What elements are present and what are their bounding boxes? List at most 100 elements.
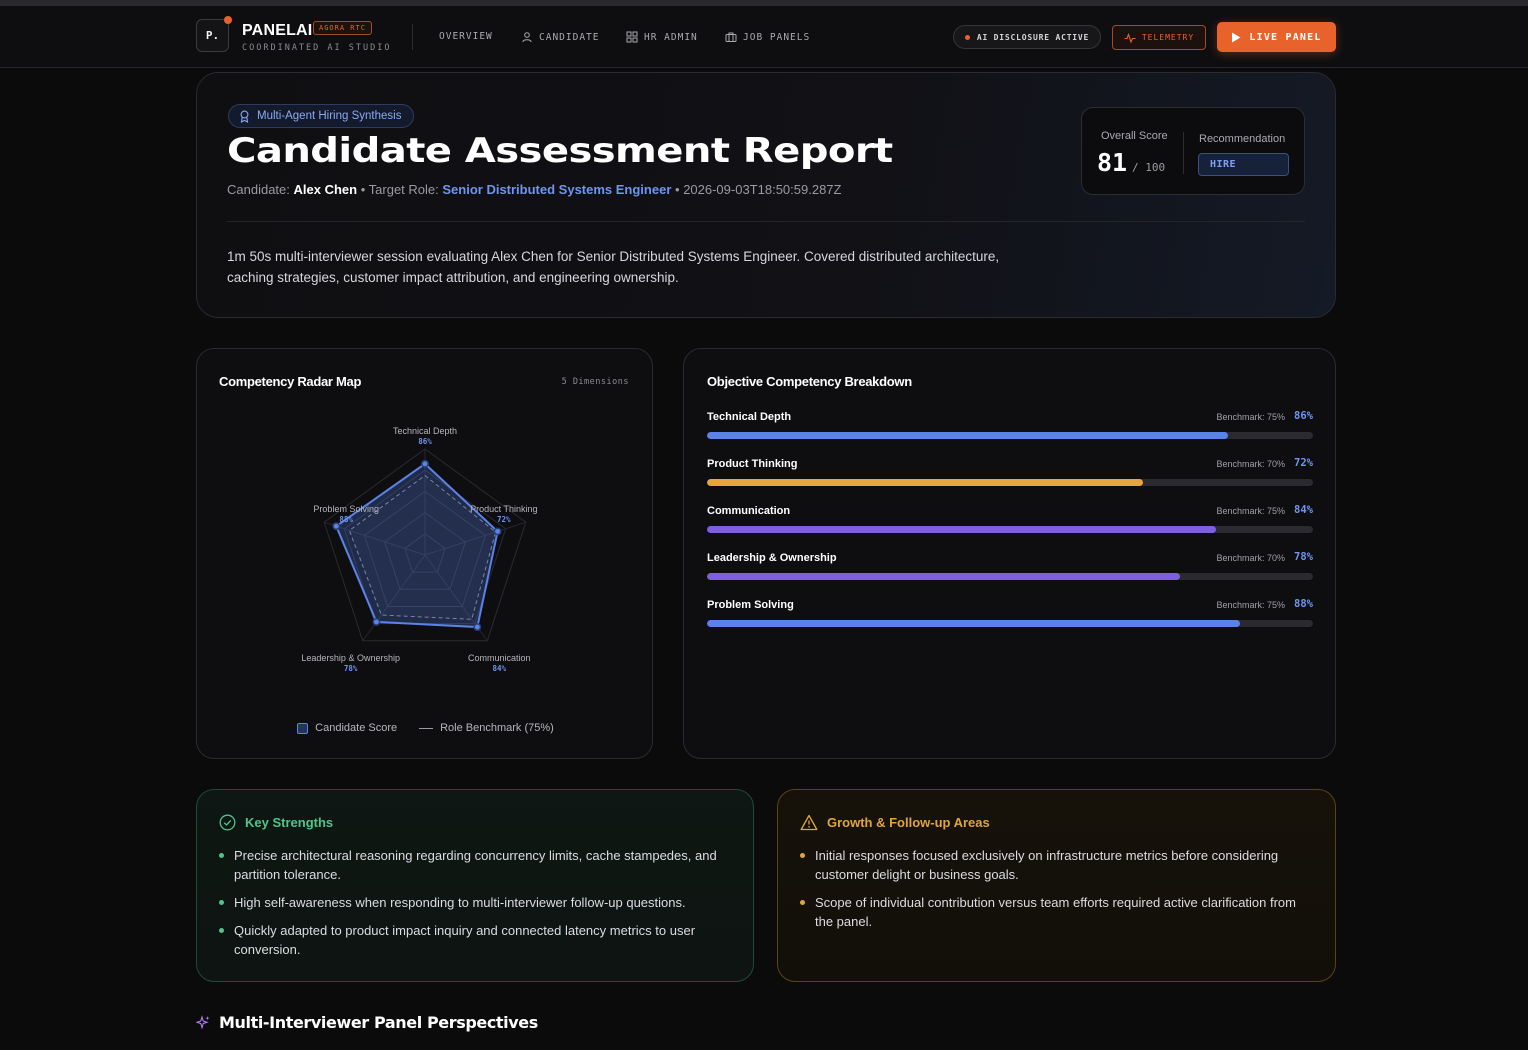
radar-value-label: 84% — [493, 664, 507, 673]
competency-name: Communication — [707, 505, 791, 517]
radar-value-label: 88% — [339, 515, 353, 524]
radar-axis-label: Problem Solving — [313, 504, 379, 514]
growth-title: Growth & Follow-up Areas — [827, 815, 990, 830]
radar-point — [421, 459, 429, 468]
nav-overview-label: OVERVIEW — [439, 31, 493, 42]
play-icon — [1232, 32, 1241, 42]
radar-point — [493, 527, 502, 536]
competency-score: 78% — [1294, 551, 1313, 563]
briefcase-icon — [725, 32, 737, 42]
radar-axis-label: Product Thinking — [470, 504, 537, 514]
user-icon — [522, 32, 532, 43]
report-meta: Candidate: Alex Chen • Target Role: Seni… — [227, 182, 841, 197]
radar-card: Competency Radar Map 5 Dimensions Techni… — [196, 348, 653, 759]
app-logo[interactable]: P. — [196, 16, 232, 52]
overall-score-max: / 100 — [1132, 161, 1166, 174]
competency-row: Problem Solving Benchmark: 75% 88% — [707, 594, 1313, 634]
competency-row: Leadership & Ownership Benchmark: 70% 78% — [707, 547, 1313, 587]
warning-icon — [800, 814, 818, 831]
competency-bar-track — [707, 479, 1313, 486]
competency-breakdown-card: Objective Competency Breakdown Technical… — [683, 348, 1336, 759]
key-strengths-card: Key Strengths Precise architectural reas… — [196, 789, 754, 982]
nav-divider — [412, 24, 413, 50]
ai-disclosure-pill[interactable]: AI DISCLOSURE ACTIVE — [953, 25, 1101, 49]
growth-areas-card: Growth & Follow-up Areas Initial respons… — [777, 789, 1336, 982]
radar-point — [473, 623, 482, 631]
radar-chart: Technical Depth86% Product Thinking72% Com… — [301, 426, 537, 673]
pulse-icon — [1124, 32, 1136, 44]
nav-overview[interactable]: OVERVIEW — [439, 31, 493, 42]
telemetry-button[interactable]: TELEMETRY — [1112, 25, 1206, 50]
live-panel-button[interactable]: LIVE PANEL — [1217, 22, 1336, 52]
nav-job-panels[interactable]: JOB PANELS — [725, 31, 810, 43]
competency-benchmark: Benchmark: 70% — [1216, 553, 1285, 563]
logo-status-dot — [224, 16, 232, 24]
brand-name: PANELAI — [242, 22, 313, 39]
legend-benchmark-label: Role Benchmark (75%) — [440, 722, 554, 734]
competency-score: 84% — [1294, 504, 1313, 516]
score-summary-box: Overall Score 81 / 100 Recommendation HI… — [1081, 107, 1305, 195]
header-divider — [227, 221, 1305, 222]
award-icon — [240, 110, 249, 123]
legend-candidate-label: Candidate Score — [315, 722, 398, 734]
nav-candidate[interactable]: CANDIDATE — [521, 31, 599, 43]
nav-hr-admin[interactable]: HR ADMIN — [626, 31, 698, 43]
competency-benchmark: Benchmark: 75% — [1216, 600, 1285, 610]
competency-name: Product Thinking — [707, 458, 798, 470]
panel-perspectives-title: Multi-Interviewer Panel Perspectives — [219, 1013, 538, 1032]
radar-legend: Candidate Score Role Benchmark (75%) — [197, 722, 654, 734]
competency-bar-fill — [707, 432, 1229, 439]
sparkles-icon — [196, 1015, 210, 1030]
check-circle-icon — [219, 814, 236, 831]
growth-list: Initial responses focused exclusively on… — [800, 846, 1305, 940]
legend-candidate: Candidate Score — [297, 722, 397, 734]
recommendation-label: Recommendation — [1199, 133, 1286, 145]
session-summary: 1m 50s multi-interviewer session evaluat… — [227, 249, 1000, 285]
radar-candidate-polygon — [335, 462, 499, 629]
top-nav-bar: P. PANELAI AGORA RTC COORDINATED AI STUD… — [0, 6, 1528, 68]
competency-benchmark: Benchmark: 70% — [1216, 459, 1285, 469]
competency-bar-fill — [707, 526, 1217, 533]
competency-bar-track — [707, 432, 1313, 439]
growth-item: Scope of individual contribution versus … — [800, 893, 1305, 931]
competency-row: Communication Benchmark: 75% 84% — [707, 500, 1313, 540]
radar-axis-label: Communication — [468, 653, 531, 663]
target-role[interactable]: Senior Distributed Systems Engineer — [442, 182, 671, 197]
page-title: Candidate Assessment Report — [227, 131, 893, 171]
radar-point — [372, 617, 381, 626]
radar-value-label: 78% — [344, 664, 358, 673]
candidate-label: Candidate: — [227, 182, 290, 197]
live-panel-label: LIVE PANEL — [1249, 31, 1322, 43]
grid-icon — [626, 31, 638, 43]
competency-benchmark: Benchmark: 75% — [1216, 506, 1285, 516]
nav-hr-admin-label: HR ADMIN — [644, 31, 698, 43]
radar-value-label: 86% — [418, 437, 432, 446]
competency-name: Problem Solving — [707, 599, 794, 611]
competency-bar-track — [707, 620, 1313, 627]
competency-row: Technical Depth Benchmark: 75% 86% — [707, 406, 1313, 446]
growth-heading: Growth & Follow-up Areas — [800, 814, 990, 831]
nav-candidate-label: CANDIDATE — [539, 31, 600, 43]
nav-job-panels-label: JOB PANELS — [743, 31, 811, 43]
strengths-title: Key Strengths — [245, 815, 334, 830]
meta-separator: • — [360, 182, 369, 197]
legend-candidate-swatch — [297, 722, 309, 734]
overall-score-label: Overall Score — [1101, 130, 1168, 142]
synthesis-tag: Multi-Agent Hiring Synthesis — [228, 104, 415, 128]
competency-bar-track — [707, 526, 1313, 533]
logo-text: P. — [205, 29, 220, 42]
ai-disclosure-label: AI DISCLOSURE ACTIVE — [976, 32, 1090, 42]
brand-subtitle: COORDINATED AI STUDIO — [242, 43, 392, 53]
panel-perspectives-heading: Multi-Interviewer Panel Perspectives — [196, 1013, 538, 1032]
strength-item: High self-awareness when responding to m… — [219, 893, 724, 912]
strengths-heading: Key Strengths — [219, 814, 333, 831]
radar-value-label: 72% — [497, 515, 511, 524]
disclosure-dot — [964, 34, 970, 40]
breakdown-title: Objective Competency Breakdown — [707, 374, 912, 389]
report-header-card: Multi-Agent Hiring Synthesis Candidate A… — [196, 72, 1336, 318]
competency-score: 86% — [1294, 410, 1313, 422]
candidate-name: Alex Chen — [293, 182, 358, 197]
competency-bar-fill — [707, 479, 1144, 486]
radar-axis-label: Leadership & Ownership — [301, 653, 400, 663]
growth-item: Initial responses focused exclusively on… — [800, 846, 1305, 884]
